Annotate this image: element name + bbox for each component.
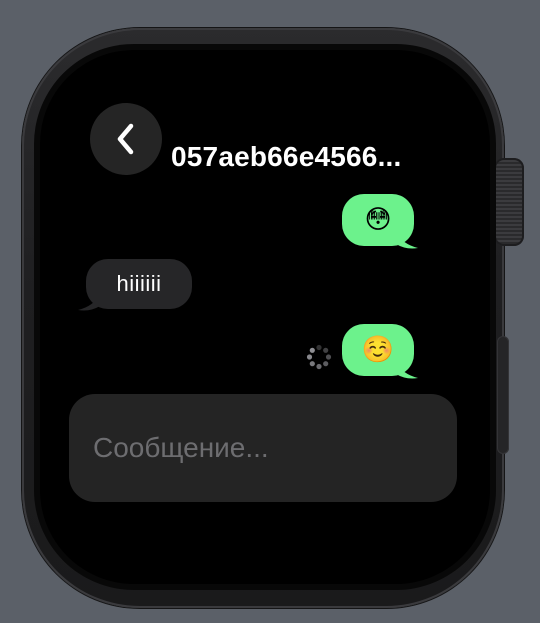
- message-composer[interactable]: [69, 394, 457, 502]
- message-input[interactable]: [91, 431, 435, 465]
- message-text: hiiiiii: [116, 271, 162, 296]
- bubble-tail: [396, 232, 418, 249]
- message-emoji: ☺️: [361, 335, 395, 365]
- watch-screen: 057aeb66e4566... 😳 hiiiiii ☺️ Сообщение.…: [40, 50, 490, 584]
- back-button[interactable]: [90, 103, 162, 175]
- incoming-message-bubble[interactable]: hiiiiii: [78, 258, 194, 311]
- side-button[interactable]: [497, 336, 509, 454]
- sending-spinner-icon: [306, 344, 332, 370]
- digital-crown[interactable]: [494, 158, 524, 246]
- outgoing-message-bubble[interactable]: 😳: [340, 192, 418, 249]
- watch-device: 057aeb66e4566... 😳 hiiiiii ☺️ Сообщение.…: [0, 0, 540, 623]
- bubble-tail: [396, 362, 418, 379]
- contact-title: 057aeb66e4566...: [171, 141, 402, 172]
- message-emoji: 😳: [364, 205, 392, 235]
- bubble-tail: [78, 294, 100, 311]
- chevron-left-icon: [115, 122, 137, 156]
- outgoing-message-bubble[interactable]: ☺️: [340, 322, 418, 379]
